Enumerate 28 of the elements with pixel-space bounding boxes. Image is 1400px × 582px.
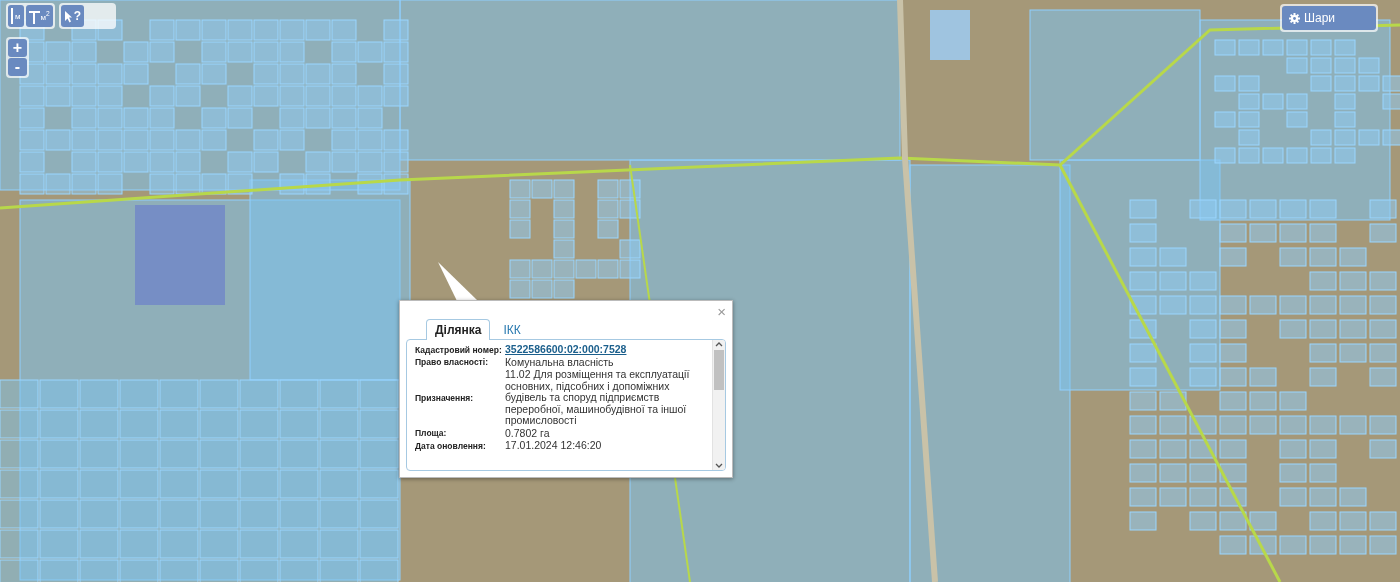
t-bar-icon bbox=[28, 8, 40, 24]
field-label: Право власності: bbox=[415, 357, 489, 368]
zoom-out-button[interactable]: - bbox=[8, 58, 27, 76]
scrollbar[interactable] bbox=[712, 340, 725, 470]
popup-tab[interactable]: Ділянка bbox=[426, 319, 491, 340]
field-value: 0.7802 га bbox=[505, 427, 551, 439]
field-label: Площа: bbox=[415, 428, 448, 439]
field-value: 11.02 Для розміщення та експлуатації основних, підсобних і допоміжних будівель та споруд підприємств переробної, машинобудівної та іншої промисловості bbox=[505, 369, 691, 427]
map-drawing[interactable] bbox=[0, 0, 1400, 582]
field-label: Дата оновлення: bbox=[415, 440, 487, 451]
chevron-down-icon bbox=[715, 462, 723, 470]
zoom-in-button[interactable]: + bbox=[8, 39, 27, 57]
scrollbar-thumb[interactable] bbox=[714, 350, 724, 390]
layers-button[interactable]: Шари bbox=[1282, 6, 1376, 30]
identify-button[interactable]: ? bbox=[60, 5, 85, 27]
close-button[interactable]: × bbox=[717, 304, 726, 319]
field-label: Кадастровий номер: bbox=[415, 344, 503, 355]
measure-distance-button[interactable]: м bbox=[8, 5, 24, 27]
field-value: 17.01.2024 12:46:20 bbox=[505, 440, 603, 452]
field-label: Призначення: bbox=[415, 392, 475, 403]
vertical-bar-icon bbox=[11, 8, 14, 24]
chevron-up-icon bbox=[715, 340, 723, 348]
cursor-icon bbox=[63, 9, 73, 23]
gear-icon bbox=[1289, 12, 1300, 24]
measure-area-button[interactable]: м$^{2}$ bbox=[25, 5, 53, 27]
popup-tab[interactable]: ІКК bbox=[494, 319, 530, 340]
field-value: Комунальна власність bbox=[505, 356, 615, 368]
cadastral-number-link[interactable]: 3522586600:02:000:7528 bbox=[505, 344, 706, 356]
